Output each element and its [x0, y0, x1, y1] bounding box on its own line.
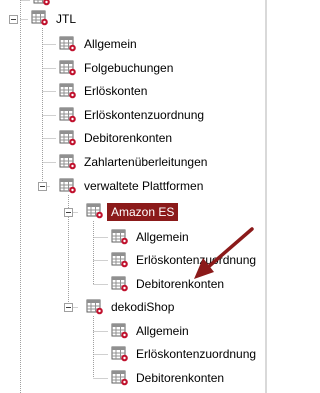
tree-view[interactable]: JTL Allgemein Folgebuchungen Erlöskonten…	[0, 0, 264, 393]
annotation-arrow	[194, 227, 254, 279]
scroll-edge	[265, 0, 267, 393]
